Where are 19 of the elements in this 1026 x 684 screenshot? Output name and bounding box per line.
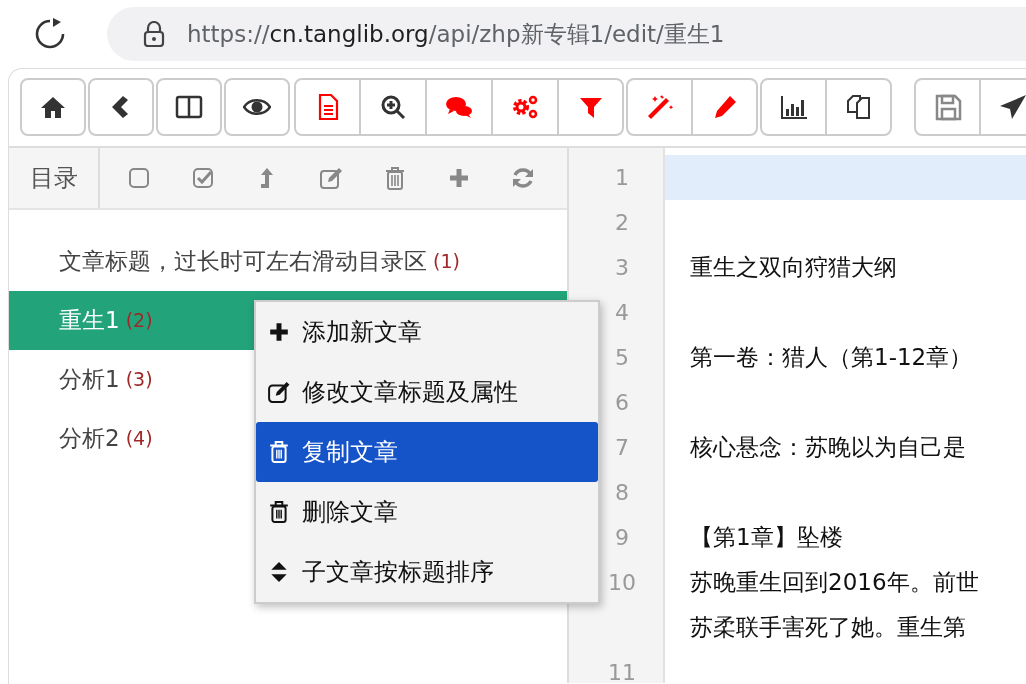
line-number: 4 [614, 299, 630, 327]
line-number: 7 [614, 434, 630, 462]
url-text: https://cn.tanglib.org/api/zhp新专辑1/edit/重生1 [187, 19, 725, 49]
editor-text: 苏柔联手害死了她。重生第 [689, 613, 967, 642]
line-number: 3 [614, 254, 630, 282]
sidebar-title: 目录 [9, 148, 100, 208]
editor-text: 苏晚重生回到2016年。前世 [689, 568, 980, 597]
editor-text: 【第1章】坠楼 [689, 523, 844, 552]
editor-text: 重生之双向狩猎大纲 [689, 253, 898, 282]
line-number: 1 [614, 164, 630, 192]
line-number: 8 [614, 479, 630, 507]
line-number: 11 [607, 659, 637, 684]
editor-text: 核心悬念：苏晚以为自己是 [689, 433, 967, 462]
line-number: 6 [614, 389, 630, 417]
line-number: 10 [607, 569, 637, 597]
editor-text: 第一卷：猎人（第1-12章） [689, 343, 974, 372]
line-number: 5 [614, 344, 630, 372]
line-number: 9 [614, 524, 630, 552]
line-number: 2 [614, 209, 630, 237]
